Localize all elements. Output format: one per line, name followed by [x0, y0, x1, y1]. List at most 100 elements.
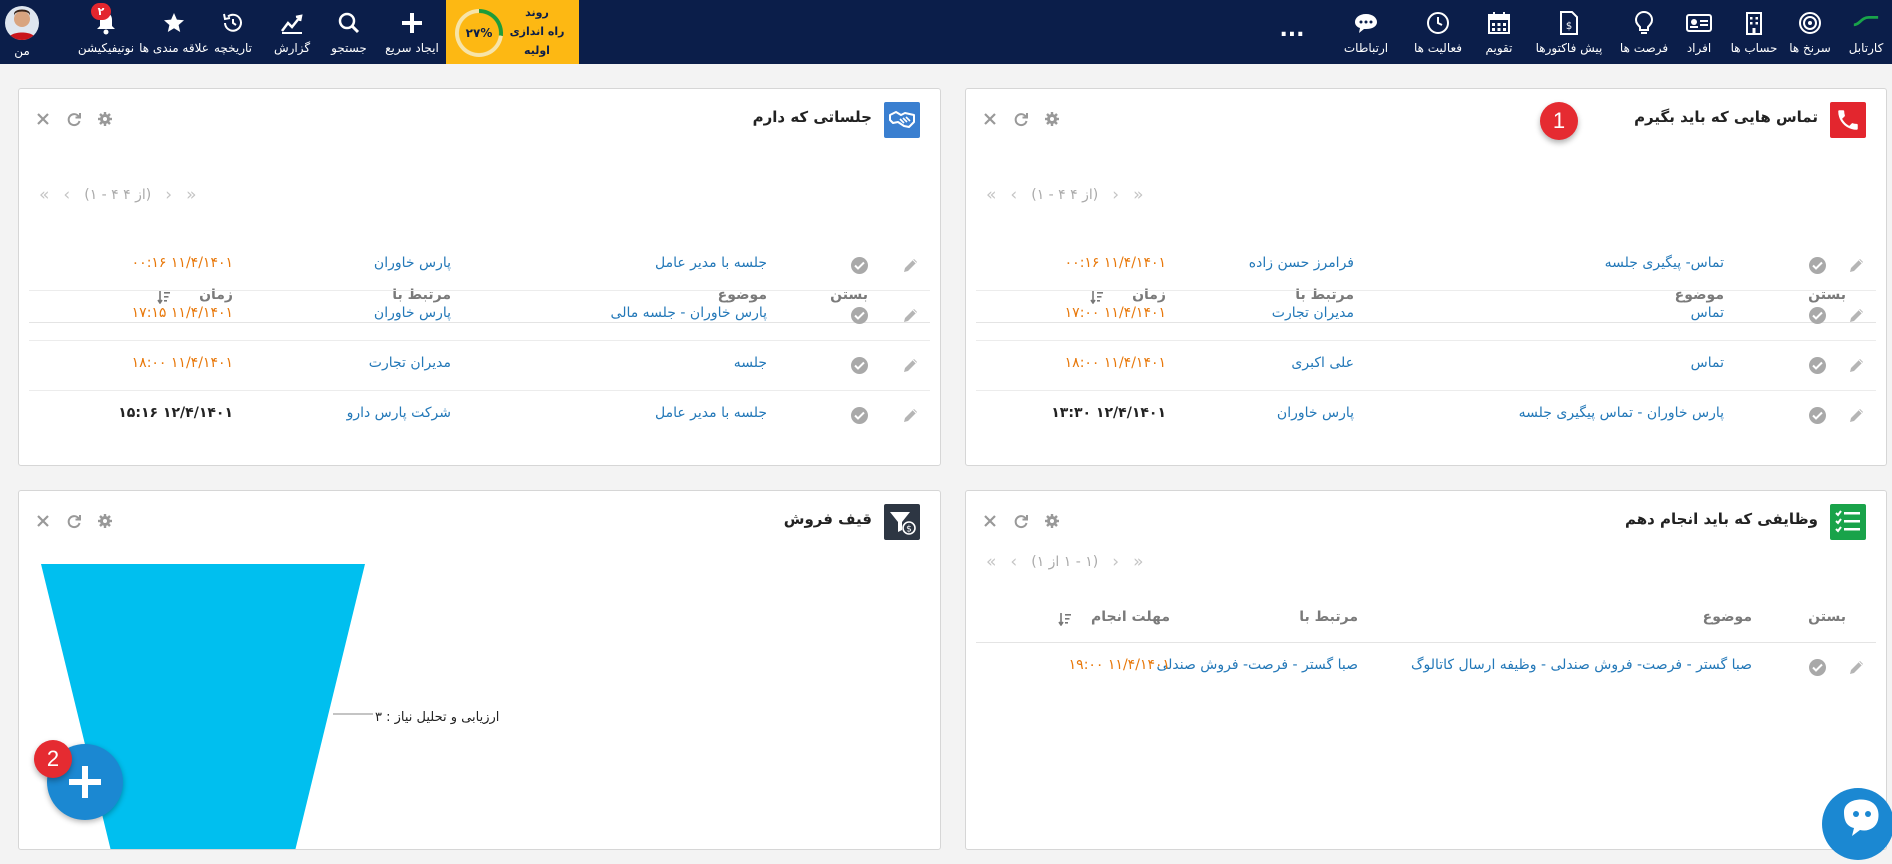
refresh-icon[interactable] [1013, 513, 1029, 529]
first-page-icon[interactable]: « [986, 185, 996, 205]
nav-favorites[interactable]: علاقه مندی ها [139, 0, 209, 64]
next-page-icon[interactable]: › [1112, 552, 1119, 572]
close-icon[interactable] [35, 111, 51, 127]
row-subject-link[interactable]: جلسه با مدیر عامل [655, 255, 767, 271]
edit-icon[interactable] [902, 256, 920, 274]
edit-icon[interactable] [902, 406, 920, 424]
gear-icon[interactable] [97, 111, 113, 127]
nav-activities[interactable]: فعالیت ها [1410, 0, 1466, 64]
pagination-info: (١ - ۴ از ۴) [84, 187, 152, 203]
row-related-link[interactable]: پارس خاوران [1277, 405, 1354, 421]
prev-page-icon[interactable]: ‹ [1010, 552, 1017, 572]
sort-icon[interactable] [157, 289, 171, 305]
row-subject-link[interactable]: تماس [1691, 305, 1724, 321]
gear-icon[interactable] [1044, 111, 1060, 127]
nav-communications[interactable]: ارتباطات [1338, 0, 1394, 64]
sort-icon[interactable] [1058, 611, 1072, 627]
complete-check-icon[interactable] [851, 407, 868, 424]
nav-opportunities-label: فرصت ها [1619, 41, 1669, 55]
row-related-link[interactable]: مدیران تجارت [1272, 305, 1354, 321]
first-page-icon[interactable]: « [39, 185, 49, 205]
complete-check-icon[interactable] [1809, 357, 1826, 374]
svg-text:$: $ [1566, 21, 1572, 32]
nav-people[interactable]: افراد [1671, 0, 1727, 64]
row-related-link[interactable]: مدیران تجارت [369, 355, 451, 371]
edit-icon[interactable] [902, 356, 920, 374]
row-related-link[interactable]: پارس خاوران [374, 305, 451, 321]
row-subject-link[interactable]: پارس خاوران - تماس پیگیری جلسه [1519, 405, 1724, 421]
column-header-deadline[interactable]: مهلت انجام [1091, 609, 1170, 625]
complete-check-icon[interactable] [851, 307, 868, 324]
onboarding-percent: ٢٧% [465, 26, 493, 40]
column-header-subject[interactable]: موضوع [1703, 609, 1752, 625]
column-header-close: بستن [1808, 609, 1846, 625]
row-related-link[interactable]: شرکت پارس دارو [347, 405, 451, 421]
first-page-icon[interactable]: « [986, 552, 996, 572]
nav-quick-create[interactable]: ایجاد سریع [382, 0, 442, 64]
nav-invoices[interactable]: $ پیش فاکتورها [1536, 0, 1602, 64]
row-subject-link[interactable]: پارس خاوران - جلسه مالی [611, 305, 767, 321]
row-subject-link[interactable]: جلسه با مدیر عامل [655, 405, 767, 421]
pagination-info: (١ - ١ از ١) [1031, 554, 1099, 570]
prev-page-icon[interactable]: ‹ [63, 185, 70, 205]
target-icon [1796, 9, 1824, 37]
nav-report[interactable]: گزارش [262, 0, 322, 64]
invoice-icon: $ [1555, 9, 1583, 37]
row-subject-link[interactable]: تماس [1691, 355, 1724, 371]
more-menu-button[interactable]: ... [1272, 0, 1312, 64]
row-subject-link[interactable]: صبا گستر - فرصت- فروش صندلی - وظیفه ارسا… [1411, 657, 1752, 673]
nav-search-label: جستجو [331, 41, 367, 55]
next-page-icon[interactable]: › [165, 185, 172, 205]
complete-check-icon[interactable] [1809, 257, 1826, 274]
clock-icon [1424, 9, 1452, 37]
edit-icon[interactable] [902, 306, 920, 324]
close-icon[interactable] [982, 513, 998, 529]
support-chat-button[interactable] [1822, 788, 1892, 860]
row-related-link[interactable]: فرامرز حسن زاده [1249, 255, 1354, 271]
edit-icon[interactable] [1848, 256, 1866, 274]
nav-cartable[interactable]: کارتابل [1838, 0, 1892, 64]
complete-check-icon[interactable] [851, 257, 868, 274]
nav-me[interactable]: من [0, 0, 44, 64]
nav-shortcuts[interactable]: سرنخ ها [1782, 0, 1838, 64]
row-time: ١۴٠١/۴/١١ ١٧:١۵ [131, 305, 233, 321]
nav-communications-label: ارتباطات [1343, 41, 1389, 55]
close-icon[interactable] [982, 111, 998, 127]
star-icon [160, 9, 188, 37]
next-page-icon[interactable]: › [1112, 185, 1119, 205]
prev-page-icon[interactable]: ‹ [1010, 185, 1017, 205]
edit-icon[interactable] [1848, 658, 1866, 676]
nav-accounts[interactable]: حساب ها [1726, 0, 1782, 64]
sales-funnel-chart [41, 564, 373, 849]
edit-icon[interactable] [1848, 306, 1866, 324]
row-related-link[interactable]: علی اکبری [1291, 355, 1354, 371]
nav-history[interactable]: تاریخچه [204, 0, 262, 64]
sort-icon[interactable] [1090, 289, 1104, 305]
cartable-icon [1852, 9, 1880, 37]
nav-activities-label: فعالیت ها [1413, 41, 1463, 55]
gear-icon[interactable] [1044, 513, 1060, 529]
onboarding-progress[interactable]: ٢٧% روند راه اندازی اولیه [446, 0, 579, 64]
refresh-icon[interactable] [1013, 111, 1029, 127]
row-subject-link[interactable]: جلسه [734, 355, 767, 371]
last-page-icon[interactable]: » [186, 185, 196, 205]
edit-icon[interactable] [1848, 356, 1866, 374]
complete-check-icon[interactable] [1809, 307, 1826, 324]
row-related-link[interactable]: پارس خاوران [374, 255, 451, 271]
row-related-link[interactable]: صبا گستر - فرصت- فروش صندلی [1156, 657, 1358, 673]
complete-check-icon[interactable] [1809, 407, 1826, 424]
annotation-marker-1: 1 [1540, 102, 1578, 140]
refresh-icon[interactable] [66, 111, 82, 127]
column-header-related[interactable]: مرتبط با [1299, 609, 1358, 625]
nav-calendar[interactable]: تقویم [1471, 0, 1527, 64]
edit-icon[interactable] [1848, 406, 1866, 424]
row-subject-link[interactable]: تماس- پیگیری جلسه [1605, 255, 1724, 271]
complete-check-icon[interactable] [1809, 659, 1826, 676]
plus-icon [398, 9, 426, 37]
nav-search[interactable]: جستجو [320, 0, 378, 64]
calls-panel-title: تماس هایی که باید بگیرم [1634, 108, 1818, 126]
complete-check-icon[interactable] [851, 357, 868, 374]
last-page-icon[interactable]: » [1133, 185, 1143, 205]
last-page-icon[interactable]: » [1133, 552, 1143, 572]
nav-opportunities[interactable]: فرصت ها [1616, 0, 1672, 64]
